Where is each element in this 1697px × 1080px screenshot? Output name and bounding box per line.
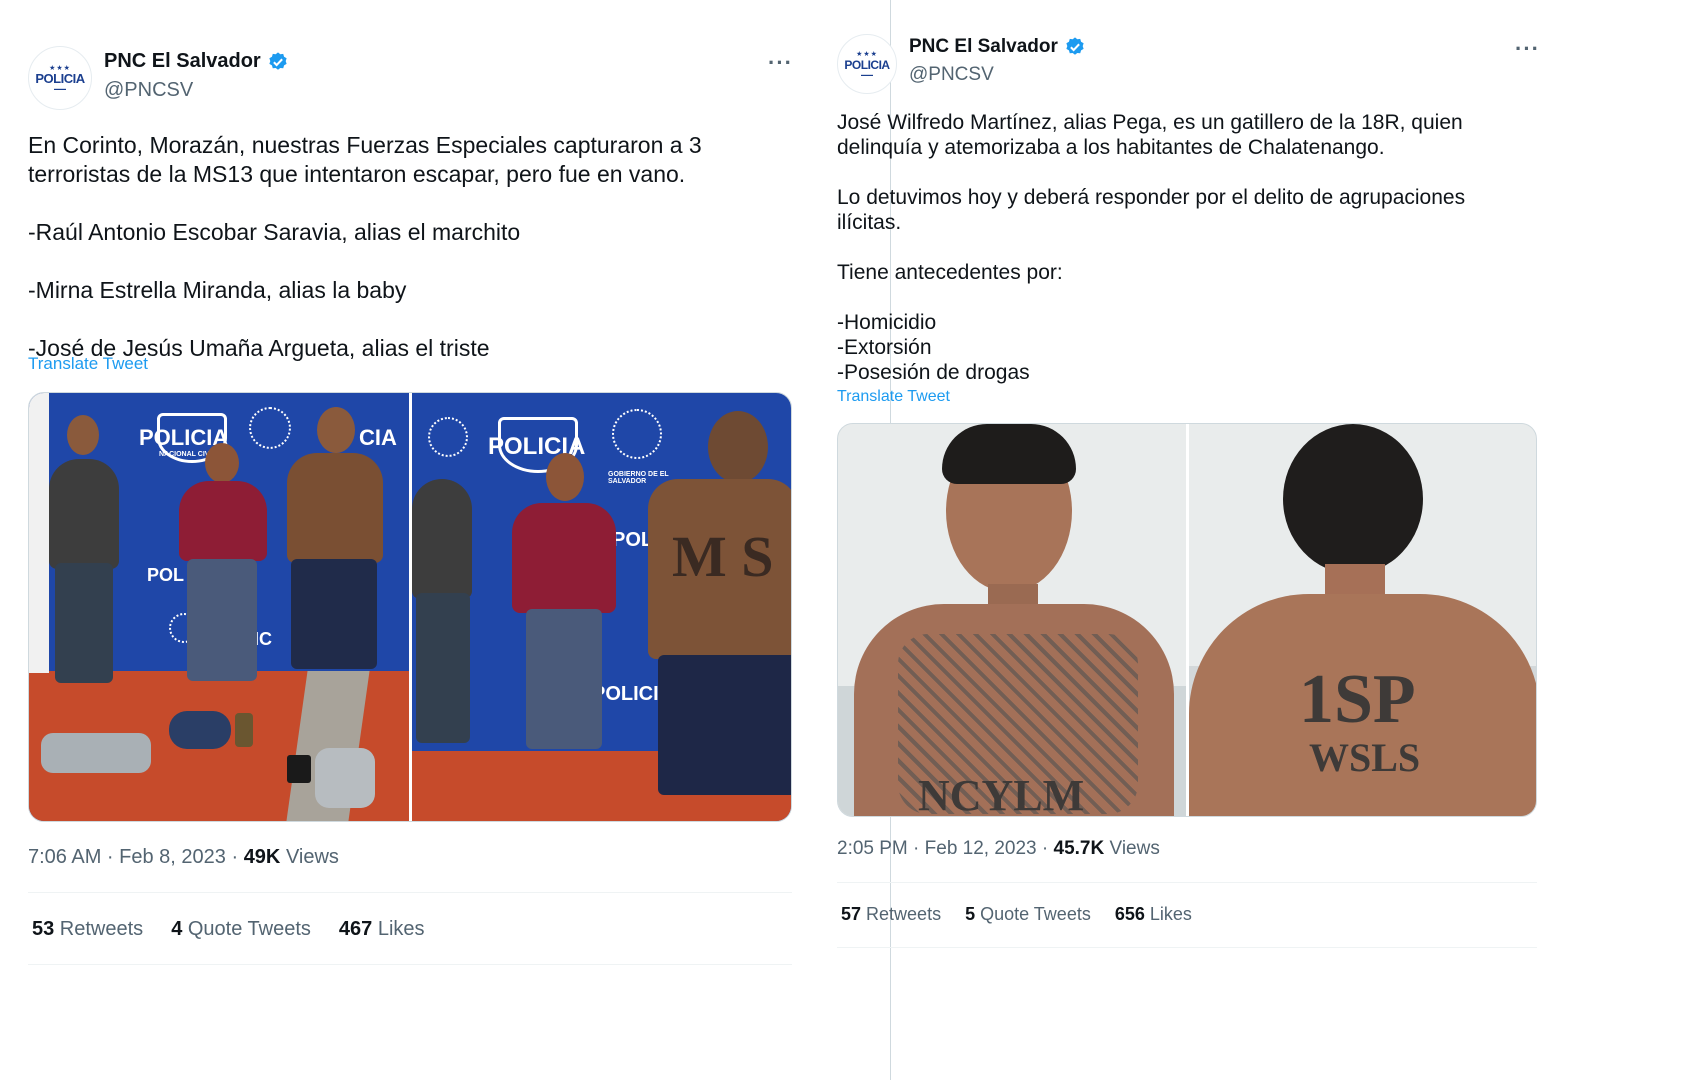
tweet-card-left[interactable]: ★★★ POLICIA ▬▬▬ PNC El Salvador @PNCSV ·… — [0, 0, 890, 1080]
tweet-stats: 53 Retweets 4 Quote Tweets 467 Likes — [32, 918, 453, 941]
translate-tweet-link[interactable]: Translate Tweet — [837, 388, 950, 406]
more-options-icon[interactable]: ··· — [1515, 36, 1540, 62]
tweet-text: José Wilfredo Martínez, alias Pega, es u… — [837, 111, 1466, 384]
tweet-header-right: ★★★ POLICIA ▬▬▬ PNC El Salvador @PNCSV — [837, 34, 1086, 94]
photo-suspect-back[interactable]: 1SP WSLS — [1186, 424, 1536, 816]
verified-badge-icon — [1066, 37, 1084, 55]
police-logo-icon: ★★★ POLICIA ▬▬▬ — [35, 65, 85, 91]
display-name[interactable]: PNC El Salvador — [909, 36, 1058, 58]
avatar[interactable]: ★★★ POLICIA ▬▬▬ — [28, 46, 92, 110]
police-logo-icon: ★★★ POLICIA ▬▬▬ — [844, 51, 890, 77]
verified-badge-icon — [269, 51, 287, 70]
tweet-media[interactable]: NCYLM 1SP WSLS — [837, 423, 1537, 817]
divider — [28, 892, 792, 893]
tweet-text: En Corinto, Morazán, nuestras Fuerzas Es… — [28, 132, 702, 361]
tweet-timestamp[interactable]: 2:05 PM · Feb 12, 2023 · 45.7K Views — [837, 838, 1160, 860]
divider — [837, 947, 1537, 948]
photo-suspect-front[interactable]: NCYLM — [838, 424, 1186, 816]
photo-detainees-front[interactable]: POLICIA NACIONAL CIVIL CIA POL OLIC — [29, 393, 409, 821]
tweet-timestamp[interactable]: 7:06 AM · Feb 8, 2023 · 49K Views — [28, 846, 339, 869]
tweet-stats: 57 Retweets 5 Quote Tweets 656 Likes — [841, 904, 1220, 925]
retweets-count[interactable]: 57 Retweets — [841, 904, 941, 925]
likes-count[interactable]: 656 Likes — [1115, 904, 1192, 925]
retweets-count[interactable]: 53 Retweets — [32, 918, 143, 941]
translate-tweet-link[interactable]: Translate Tweet — [28, 354, 148, 374]
quote-tweets-count[interactable]: 5 Quote Tweets — [965, 904, 1091, 925]
tweet-header: ★★★ POLICIA ▬▬▬ PNC El Salvador @PNCSV — [28, 46, 289, 110]
avatar[interactable]: ★★★ POLICIA ▬▬▬ — [837, 34, 897, 94]
display-name[interactable]: PNC El Salvador — [104, 50, 261, 73]
divider — [28, 964, 792, 965]
tweet-media[interactable]: POLICIA NACIONAL CIVIL CIA POL OLIC — [28, 392, 792, 822]
handle[interactable]: @PNCSV — [104, 79, 289, 102]
likes-count[interactable]: 467 Likes — [339, 918, 425, 941]
handle[interactable]: @PNCSV — [909, 64, 1086, 86]
photo-detainees-back[interactable]: POLICIA GOBIERNO DE EL SALVADOR POLICI P… — [409, 393, 791, 821]
quote-tweets-count[interactable]: 4 Quote Tweets — [171, 918, 311, 941]
more-options-icon[interactable]: ··· — [768, 50, 793, 76]
divider — [837, 882, 1537, 883]
tweet-card-right[interactable]: ★★★ POLICIA ▬▬▬ PNC El Salvador @PNCSV ·… — [837, 0, 1697, 1080]
